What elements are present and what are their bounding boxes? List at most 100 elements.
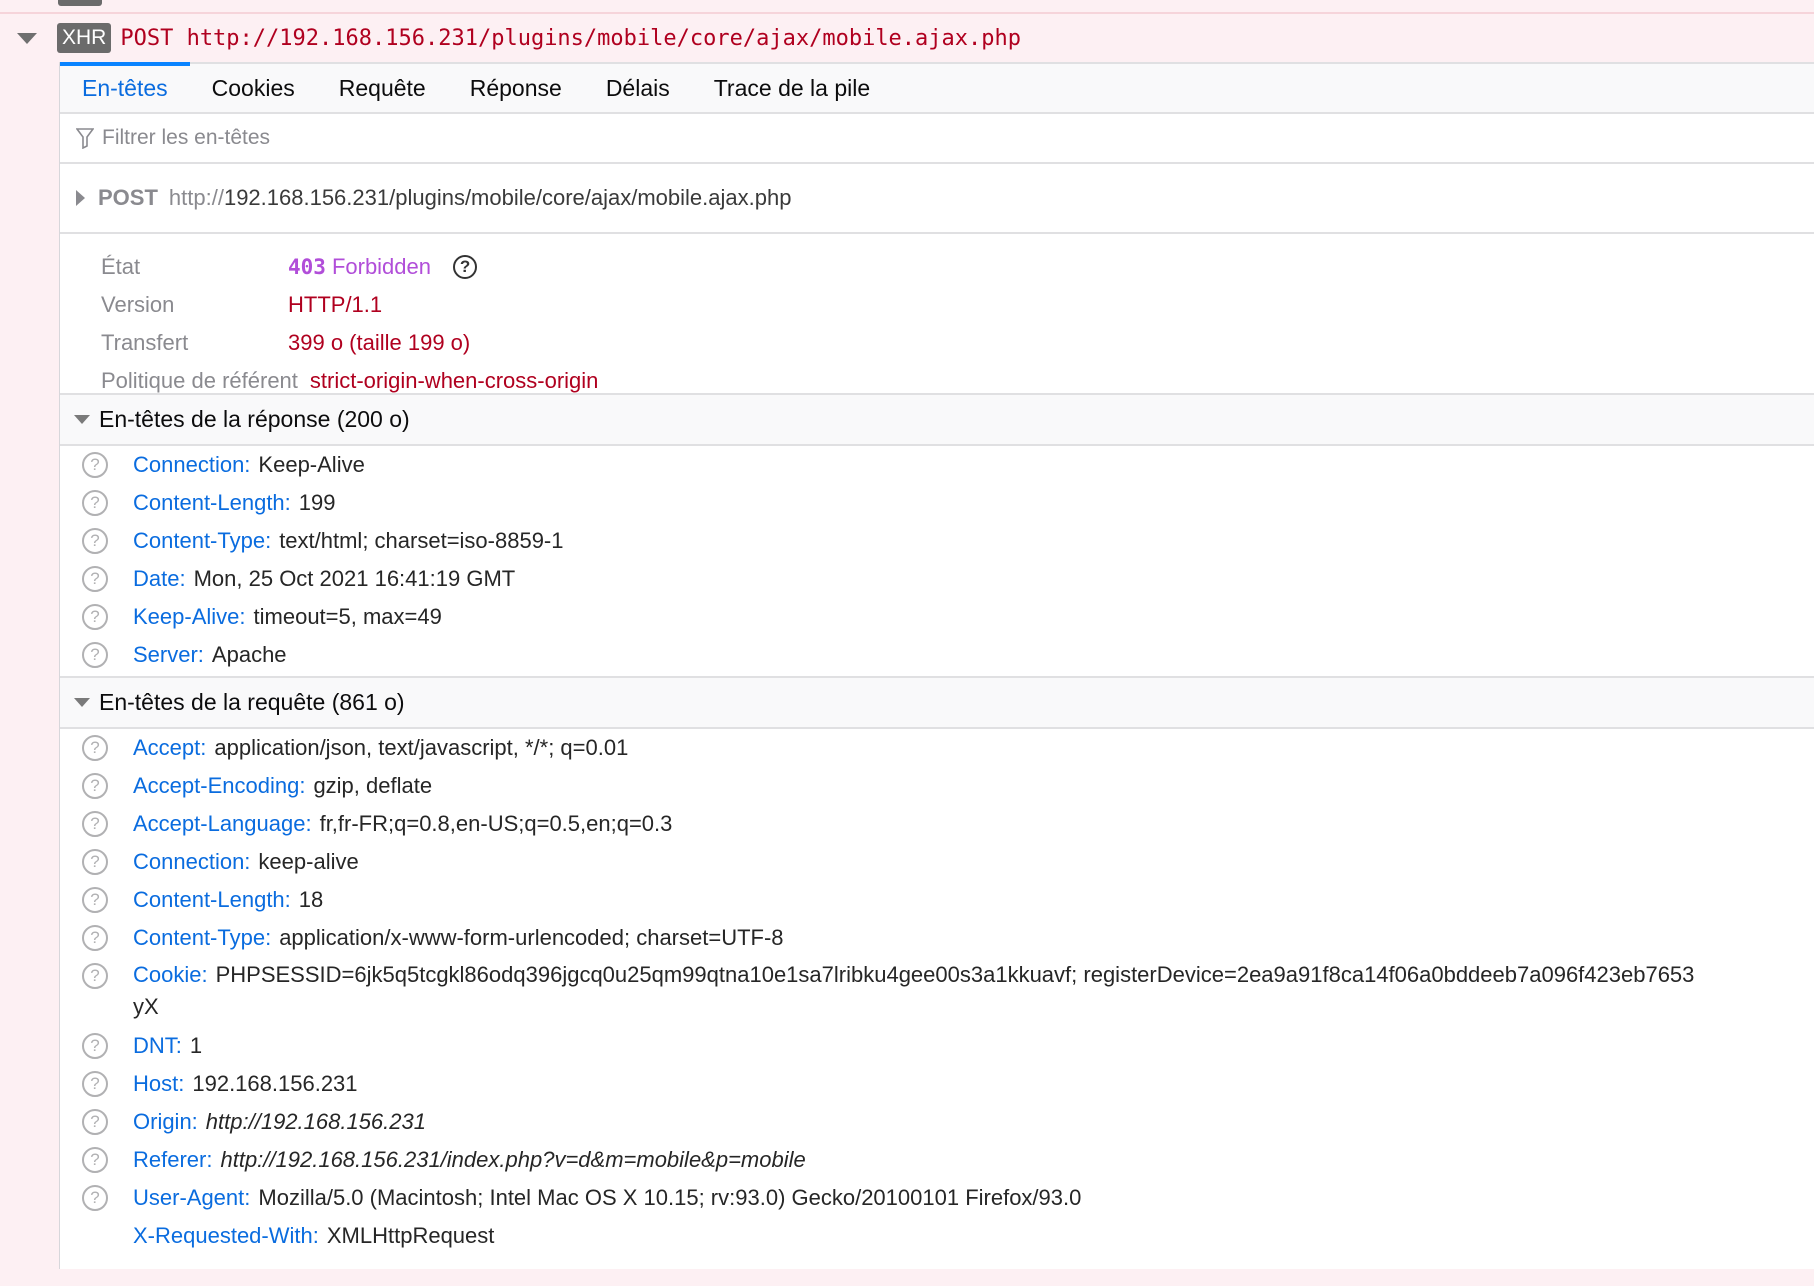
header-row[interactable]: ? Content-Length: 199 bbox=[60, 486, 1814, 524]
header-text: Referer: http://192.168.156.231/index.php… bbox=[133, 1143, 806, 1177]
tab-stack-trace[interactable]: Trace de la pile bbox=[692, 64, 892, 112]
version-label: Version bbox=[101, 292, 175, 317]
header-text: DNT: 1 bbox=[133, 1029, 202, 1063]
header-row[interactable]: ? Content-Type: application/x-www-form-url… bbox=[60, 921, 1814, 959]
filter-bar bbox=[60, 114, 1814, 164]
header-row[interactable]: ? Referer: http://192.168.156.231/index.ph… bbox=[60, 1143, 1814, 1181]
header-row[interactable]: ? Accept: application/json, text/javascrip… bbox=[60, 731, 1814, 769]
header-help-icon[interactable]: ? bbox=[82, 566, 108, 592]
transfer-row: Transfert 399 o (taille 199 o) bbox=[60, 324, 1814, 362]
version-value: HTTP/1.1 bbox=[288, 292, 383, 317]
status-label: État bbox=[101, 254, 141, 279]
tab-cookies[interactable]: Cookies bbox=[190, 64, 317, 112]
header-help-icon[interactable]: ? bbox=[82, 452, 108, 478]
tab-timings[interactable]: Délais bbox=[584, 64, 692, 112]
header-value: Keep-Alive bbox=[258, 452, 365, 477]
header-row[interactable]: ? Cookie: PHPSESSID=6jk5q5tcgkl86odq396jgc… bbox=[60, 959, 1814, 1029]
header-help-icon[interactable]: ? bbox=[82, 811, 108, 837]
request-headers-toggle[interactable]: En-têtes de la requête (861 o) bbox=[60, 676, 1814, 729]
header-help-icon[interactable]: ? bbox=[82, 1071, 108, 1097]
header-text: X-Requested-With: XMLHttpRequest bbox=[133, 1219, 494, 1253]
header-row[interactable]: ? Origin: http://192.168.156.231 bbox=[60, 1105, 1814, 1143]
header-row[interactable]: ? Connection: keep-alive bbox=[60, 845, 1814, 883]
header-name: DNT: bbox=[133, 1033, 182, 1058]
header-name: Date: bbox=[133, 566, 186, 591]
header-text: Date: Mon, 25 Oct 2021 16:41:19 GMT bbox=[133, 562, 515, 596]
header-help-icon[interactable]: ? bbox=[82, 849, 108, 875]
header-value: Mozilla/5.0 (Macintosh; Intel Mac OS X 1… bbox=[258, 1185, 1082, 1210]
response-headers-title: En-têtes de la réponse (200 o) bbox=[99, 406, 410, 432]
header-value: 1 bbox=[189, 1033, 203, 1058]
status-block: État 403 Forbidden ? Version HTTP/1.1 Tr… bbox=[60, 234, 1814, 395]
header-row[interactable]: ? Connection: Keep-Alive bbox=[60, 448, 1814, 486]
request-row[interactable]: XHR POST http://192.168.156.231/plugins/… bbox=[0, 14, 1814, 62]
tab-request[interactable]: Requête bbox=[317, 64, 448, 112]
header-row[interactable]: ? Content-Type: text/html; charset=iso-885… bbox=[60, 524, 1814, 562]
header-name: Accept: bbox=[133, 735, 207, 760]
status-row: État 403 Forbidden ? bbox=[60, 248, 1814, 286]
expand-triangle-icon[interactable] bbox=[76, 190, 85, 206]
header-text: Accept-Language: fr,fr-FR;q=0.8,en-US;q=0… bbox=[133, 807, 672, 841]
details-panel: En-têtes Cookies Requête Réponse Délais … bbox=[59, 62, 1814, 1269]
header-help-icon[interactable]: ? bbox=[82, 925, 108, 951]
request-summary[interactable]: POST http://192.168.156.231/plugins/mobi… bbox=[60, 164, 1814, 234]
header-text: Accept: application/json, text/javascript… bbox=[133, 731, 628, 765]
header-name: Content-Type: bbox=[133, 925, 272, 950]
header-help-icon[interactable]: ? bbox=[82, 773, 108, 799]
header-help-icon[interactable]: ? bbox=[82, 1033, 108, 1059]
url-path: 192.168.156.231/plugins/mobile/core/ajax… bbox=[223, 185, 792, 210]
referrer-policy-value: strict-origin-when-cross-origin bbox=[309, 368, 599, 393]
header-row[interactable]: ? Server: Apache bbox=[60, 638, 1814, 676]
header-help-icon[interactable]: ? bbox=[82, 490, 108, 516]
header-value: Mon, 25 Oct 2021 16:41:19 GMT bbox=[193, 566, 516, 591]
header-value: timeout=5, max=49 bbox=[253, 604, 442, 629]
response-headers-toggle[interactable]: En-têtes de la réponse (200 o) bbox=[60, 395, 1814, 446]
header-value: application/json, text/javascript, */*; … bbox=[214, 735, 629, 760]
previous-request-badge bbox=[58, 0, 102, 6]
header-row[interactable]: ? User-Agent: Mozilla/5.0 (Macintosh; Inte… bbox=[60, 1181, 1814, 1219]
header-help-icon[interactable]: ? bbox=[82, 528, 108, 554]
header-text: Content-Length: 199 bbox=[133, 486, 336, 520]
header-name: Content-Length: bbox=[133, 887, 291, 912]
xhr-badge: XHR bbox=[57, 23, 112, 53]
tab-response[interactable]: Réponse bbox=[448, 64, 584, 112]
header-name: Connection: bbox=[133, 849, 251, 874]
header-row[interactable]: ? Accept-Language: fr,fr-FR;q=0.8,en-US;q=… bbox=[60, 807, 1814, 845]
header-name: Connection: bbox=[133, 452, 251, 477]
filter-funnel-icon bbox=[76, 128, 94, 149]
header-name: Cookie: bbox=[133, 962, 208, 987]
header-row[interactable]: ?X-Requested-With:XMLHttpRequest bbox=[60, 1219, 1814, 1257]
header-text: Content-Type: text/html; charset=iso-8859… bbox=[133, 524, 564, 558]
header-name: Accept-Language: bbox=[133, 811, 312, 836]
header-text: Content-Length: 18 bbox=[133, 883, 323, 917]
header-help-icon[interactable]: ? bbox=[82, 1147, 108, 1173]
header-row[interactable]: ? Content-Length: 18 bbox=[60, 883, 1814, 921]
header-row[interactable]: ? DNT: 1 bbox=[60, 1029, 1814, 1067]
header-value: http://192.168.156.231 bbox=[205, 1109, 426, 1134]
header-row[interactable]: ? Keep-Alive: timeout=5, max=49 bbox=[60, 600, 1814, 638]
header-text: Server: Apache bbox=[133, 638, 287, 672]
header-help-icon[interactable]: ? bbox=[82, 1185, 108, 1211]
header-row[interactable]: ? Date: Mon, 25 Oct 2021 16:41:19 GMT bbox=[60, 562, 1814, 600]
header-help-icon[interactable]: ? bbox=[82, 1109, 108, 1135]
tab-headers[interactable]: En-têtes bbox=[60, 62, 190, 112]
header-text: Origin: http://192.168.156.231 bbox=[133, 1105, 426, 1139]
header-row[interactable]: ? Accept-Encoding: gzip, deflate bbox=[60, 769, 1814, 807]
header-help-icon[interactable]: ? bbox=[82, 735, 108, 761]
help-icon[interactable]: ? bbox=[453, 255, 478, 279]
header-help-icon[interactable]: ? bbox=[82, 963, 108, 989]
collapse-triangle-icon[interactable] bbox=[17, 32, 37, 44]
header-row[interactable]: ? Host: 192.168.156.231 bbox=[60, 1067, 1814, 1105]
request-headers-list: ? Accept: application/json, text/javascrip… bbox=[60, 729, 1814, 1257]
previous-request-row[interactable] bbox=[0, 0, 1814, 14]
header-help-icon[interactable]: ? bbox=[82, 642, 108, 668]
filter-headers-input[interactable] bbox=[100, 125, 704, 151]
header-help-icon[interactable]: ? bbox=[82, 604, 108, 630]
header-value: 192.168.156.231 bbox=[192, 1071, 358, 1096]
header-value: gzip, deflate bbox=[313, 773, 433, 798]
header-value: fr,fr-FR;q=0.8,en-US;q=0.5,en;q=0.3 bbox=[319, 811, 673, 836]
header-value: 199 bbox=[298, 490, 336, 515]
header-help-icon[interactable]: ? bbox=[82, 887, 108, 913]
header-value: http://192.168.156.231/index.php?v=d&m=m… bbox=[220, 1147, 806, 1172]
status-text: Forbidden bbox=[331, 254, 432, 279]
